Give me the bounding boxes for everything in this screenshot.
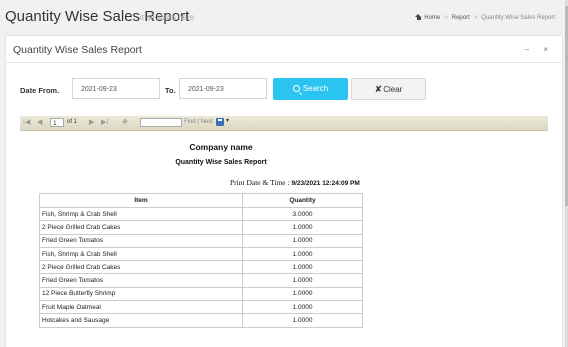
item-cell: 2 Piece Grilled Crab Cakes <box>39 220 243 235</box>
quantity-cell: 1.0000 <box>242 300 363 315</box>
date-from-input[interactable]: 2021-09-23 <box>72 78 160 99</box>
page-count: of 1 <box>67 119 78 125</box>
column-header-item: Item <box>39 193 243 208</box>
item-cell: 2 Piece Grilled Crab Cakes <box>39 260 243 275</box>
table-row: 2 Piece Grilled Crab Cakes 1.0000 <box>39 220 363 235</box>
item-cell: Hotcakes and Sausage <box>39 313 243 328</box>
quantity-cell: 1.0000 <box>242 286 363 302</box>
quantity-cell: 1.0000 <box>242 260 363 275</box>
app-frame: Quantity Wise Sales Report it all starts… <box>0 0 565 347</box>
table-row: Fried Green Tomatos 1.0000 <box>39 233 363 248</box>
table-header-row: Item Quantity <box>39 193 363 208</box>
breadcrumb-separator: > <box>444 15 448 21</box>
panel-title: Quantity Wise Sales Report <box>13 44 142 56</box>
find-input[interactable] <box>140 118 182 127</box>
item-cell: Fruit Maple Oatmeal <box>39 300 243 315</box>
column-header-quantity: Quantity <box>242 193 363 208</box>
search-icon <box>292 85 300 92</box>
refresh-icon[interactable]: ✥ <box>122 118 128 126</box>
content-header: Quantity Wise Sales Report it all starts… <box>0 0 565 33</box>
panel-header: Quantity Wise Sales Report – × <box>6 36 562 63</box>
clear-button[interactable]: ✘Clear <box>351 78 426 100</box>
quantity-cell: 3.0000 <box>242 206 363 222</box>
breadcrumb-report[interactable]: Report <box>452 15 470 21</box>
item-cell: Fried Green Tomatos <box>39 273 243 288</box>
export-save-icon[interactable] <box>216 118 224 126</box>
quantity-cell: 1.0000 <box>242 313 363 328</box>
table-row: Fish, Shrimp & Crab Shell 1.0000 <box>39 246 363 262</box>
table-row: 12 Piece Butterfly Shrimp 1.0000 <box>39 286 363 302</box>
page-number-input[interactable]: 1 <box>50 118 64 127</box>
item-cell: Fish, Shrimp & Crab Shell <box>39 206 243 222</box>
report-viewer-toolbar: I◀ ◀ 1 of 1 ▶ ▶I ✥ Find | Next ▾ <box>20 116 548 131</box>
date-to-input[interactable]: 2021-09-23 <box>179 78 267 99</box>
table-row: Fried Green Tomatos 1.0000 <box>39 273 363 288</box>
table-row: Fruit Maple Oatmeal 1.0000 <box>39 300 363 315</box>
print-date-time: Print Date & Time : 9/23/2021 12:24:09 P… <box>230 178 360 187</box>
breadcrumb-home[interactable]: Home <box>415 14 440 21</box>
item-cell: Fish, Shrimp & Crab Shell <box>39 246 243 262</box>
table-row: Hotcakes and Sausage 1.0000 <box>39 313 363 328</box>
breadcrumb: Home > Report > Quantity Wise Sales Report <box>415 14 555 21</box>
breadcrumb-current: Quantity Wise Sales Report <box>481 15 555 21</box>
date-from-label: Date From. <box>20 86 60 95</box>
prev-page-icon[interactable]: ◀ <box>37 118 42 126</box>
company-name: Company name <box>189 142 253 152</box>
first-page-icon[interactable]: I◀ <box>23 118 30 126</box>
next-page-icon[interactable]: ▶ <box>89 118 94 126</box>
date-to-label: To. <box>165 86 176 95</box>
quantity-cell: 1.0000 <box>242 246 363 262</box>
item-cell: Fried Green Tomatos <box>39 233 243 248</box>
find-next-link[interactable]: Find | Next <box>184 119 213 125</box>
report-title: Quantity Wise Sales Report <box>175 159 267 166</box>
filter-bar: Date From. 2021-09-23 To. 2021-09-23 Sea… <box>6 78 562 104</box>
export-dropdown-caret[interactable]: ▾ <box>226 117 229 124</box>
table-row: Fish, Shrimp & Crab Shell 3.0000 <box>39 206 363 222</box>
last-page-icon[interactable]: ▶I <box>101 118 108 126</box>
quantity-cell: 1.0000 <box>242 233 363 248</box>
quantity-cell: 1.0000 <box>242 273 363 288</box>
page-subtitle: it all starts here <box>140 13 195 22</box>
item-cell: 12 Piece Butterfly Shrimp <box>39 286 243 302</box>
home-icon <box>415 14 422 20</box>
report-panel: Quantity Wise Sales Report – × Date From… <box>5 35 563 347</box>
report-table: Item Quantity Fish, Shrimp & Crab Shell 3… <box>39 193 363 328</box>
table-row: 2 Piece Grilled Crab Cakes 1.0000 <box>39 260 363 275</box>
quantity-cell: 1.0000 <box>242 220 363 235</box>
search-button[interactable]: Search <box>273 78 348 100</box>
breadcrumb-separator: > <box>473 15 478 21</box>
panel-collapse-close-buttons[interactable]: – × <box>525 45 554 54</box>
eraser-icon: ✘ <box>374 84 383 94</box>
